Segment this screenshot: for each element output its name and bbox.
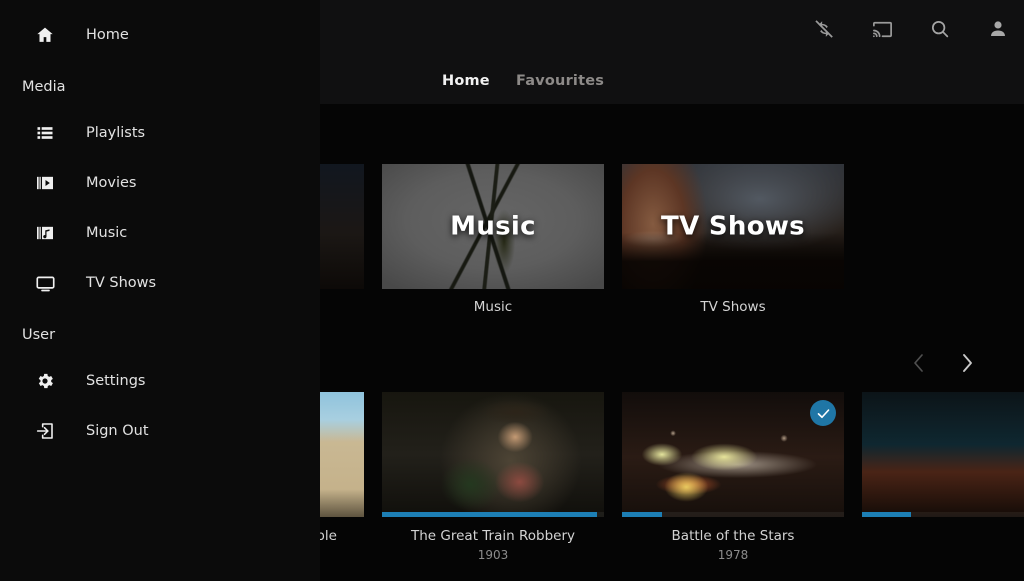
chevron-right-icon[interactable] — [954, 348, 980, 378]
sidebar-item-settings[interactable]: Settings — [0, 356, 320, 406]
category-caption: TV Shows — [622, 299, 844, 315]
category-card-music[interactable]: Music Music — [382, 164, 604, 324]
sidebar-item-sign-out[interactable]: Sign Out — [0, 406, 320, 456]
sidebar-item-label: Music — [86, 225, 127, 241]
media-title: The Great Train Robbery — [382, 528, 604, 544]
media-title: Battle of the Stars — [622, 528, 844, 544]
sidebar-item-label: Sign Out — [86, 423, 149, 439]
category-caption: Music — [382, 299, 604, 315]
account-icon[interactable] — [978, 9, 1018, 49]
media-card[interactable]: Battle of the Stars 1978 — [622, 392, 844, 581]
progress-fill — [622, 512, 662, 517]
progress-track — [622, 512, 844, 517]
sync-disabled-icon[interactable] — [804, 9, 844, 49]
category-overlay-title: Music — [382, 211, 604, 241]
category-thumbnail: TV Shows — [622, 164, 844, 289]
sidebar-section-user: User — [0, 314, 320, 356]
media-thumbnail — [382, 392, 604, 517]
progress-track — [862, 512, 1024, 517]
media-year: 1978 — [622, 548, 844, 562]
media-artwork — [862, 392, 1024, 517]
music-icon — [28, 223, 62, 243]
sidebar-item-movies[interactable]: Movies — [0, 158, 320, 208]
progress-fill — [862, 512, 911, 517]
sign-out-icon — [28, 421, 62, 441]
sidebar-item-music[interactable]: Music — [0, 208, 320, 258]
category-overlay-title: TV Shows — [622, 211, 844, 241]
media-thumbnail — [862, 392, 1024, 517]
sidebar-item-label: Playlists — [86, 125, 145, 141]
cast-icon[interactable] — [862, 9, 902, 49]
sidebar-item-label: TV Shows — [86, 275, 156, 291]
progress-fill — [382, 512, 597, 517]
sidebar-section-media: Media — [0, 66, 320, 108]
media-card-partial[interactable] — [862, 392, 1024, 581]
sidebar-item-tv-shows[interactable]: TV Shows — [0, 258, 320, 308]
watched-check-icon[interactable] — [810, 400, 836, 426]
progress-track — [382, 512, 604, 517]
sidebar-item-label: Settings — [86, 373, 145, 389]
category-thumbnail: Music — [382, 164, 604, 289]
movies-icon — [28, 173, 62, 193]
media-card[interactable]: The Great Train Robbery 1903 — [382, 392, 604, 581]
media-app-window: Home Favourites Movies Movies — [0, 0, 1024, 581]
top-bar-actions — [804, 8, 1018, 50]
chevron-left-icon[interactable] — [906, 348, 932, 378]
search-icon[interactable] — [920, 9, 960, 49]
sidebar-item-home[interactable]: Home — [0, 10, 320, 60]
media-artwork — [382, 392, 604, 517]
tab-favourites[interactable]: Favourites — [516, 73, 604, 89]
category-card-tv-shows[interactable]: TV Shows TV Shows — [622, 164, 844, 324]
media-thumbnail — [622, 392, 844, 517]
sidebar-item-playlists[interactable]: Playlists — [0, 108, 320, 158]
tv-icon — [28, 273, 62, 294]
gear-icon — [28, 371, 62, 391]
tab-home[interactable]: Home — [442, 73, 490, 89]
sidebar-item-label: Movies — [86, 175, 136, 191]
playlist-icon — [28, 123, 62, 143]
media-year: 1903 — [382, 548, 604, 562]
carousel-controls — [906, 348, 980, 378]
sidebar-item-label: Home — [86, 27, 129, 43]
navigation-drawer: Home Media Playlists — [0, 0, 320, 581]
home-icon — [28, 25, 62, 45]
